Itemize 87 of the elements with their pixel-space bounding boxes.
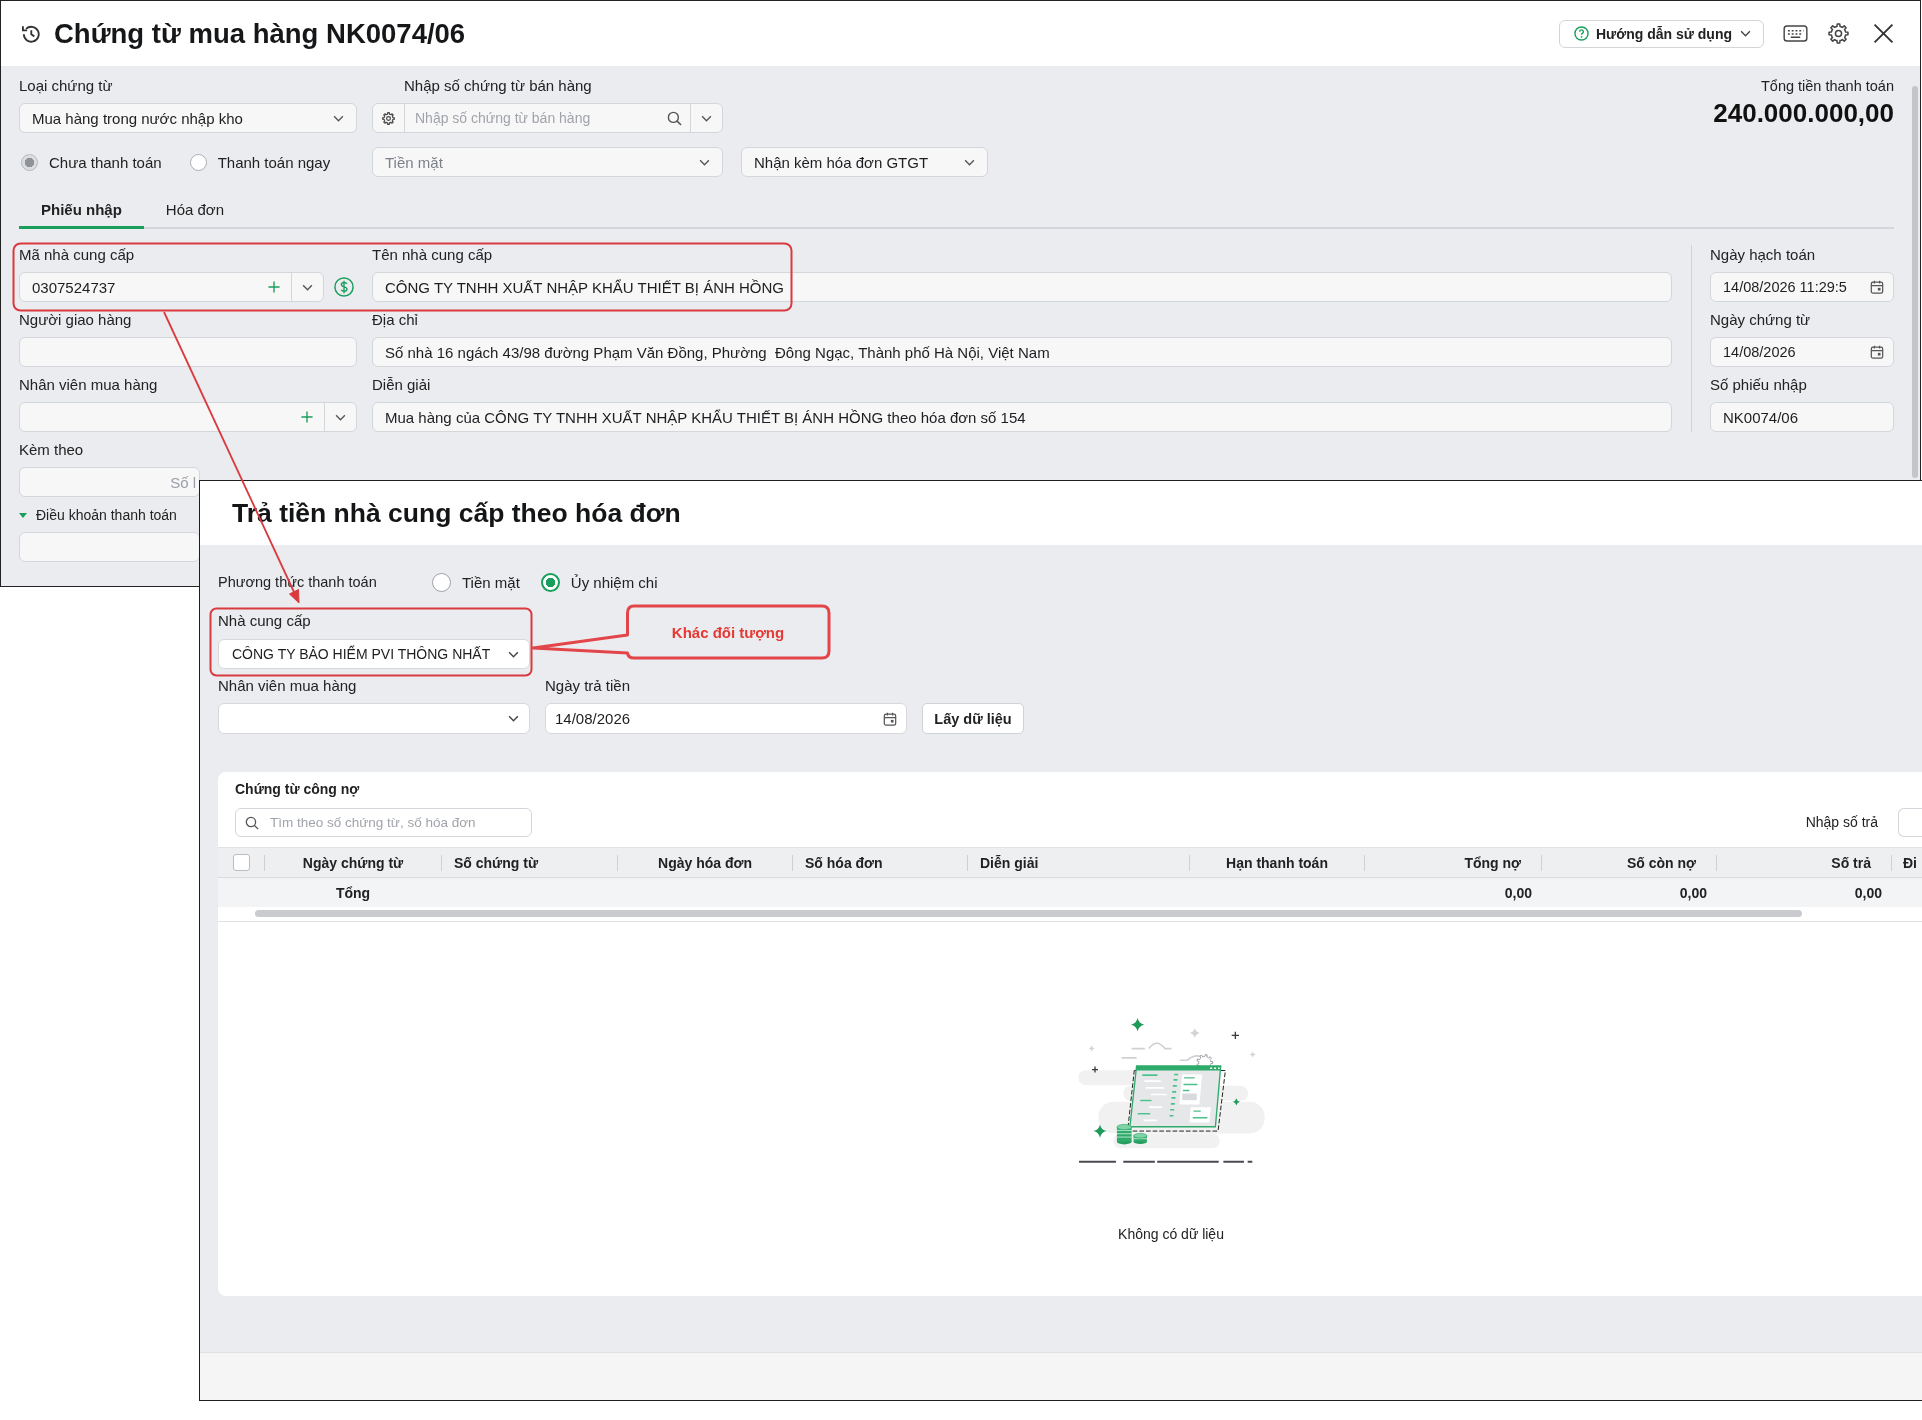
supplier-name-field[interactable]: CÔNG TY TNHH XUẤT NHẬP KHẨU THIẾT BỊ ÁNH HỒNG: [372, 272, 1672, 302]
field-label: Địa chỉ: [372, 310, 418, 330]
caret-icon: [964, 158, 975, 166]
help-button[interactable]: Hướng dẫn sử dụng: [1559, 19, 1764, 48]
total-cell: 0,00: [1504, 884, 1532, 901]
search-icon: [245, 815, 259, 830]
keyboard-icon[interactable]: [1783, 25, 1808, 42]
field-label: Mã nhà cung cấp: [19, 245, 135, 265]
section-title: Chứng từ công nợ: [235, 780, 360, 799]
caret-icon[interactable]: [302, 283, 313, 291]
total-cell: 0,00: [1854, 884, 1882, 901]
field-label: Nhân viên mua hàng: [19, 375, 158, 395]
total-label: Tổng: [335, 884, 371, 901]
field-label: Nhà cung cấp: [218, 611, 311, 631]
payment-method-option[interactable]: Ủy nhiệm chi: [540, 572, 658, 592]
column-header: Diễn giải: [979, 854, 1040, 871]
plus-icon[interactable]: [268, 281, 280, 293]
description-field[interactable]: Mua hàng của CÔNG TY TNHH XUẤT NHẬP KHẨU THIẾT BỊ ÁNH HỒNG theo hóa đơn số 154: [372, 402, 1672, 432]
calendar-icon[interactable]: [883, 711, 897, 726]
total-cell: 0,00: [1679, 884, 1707, 901]
dollar-icon[interactable]: [334, 277, 354, 297]
column-header: Ngày chứng từ: [301, 854, 405, 871]
caret-icon: [699, 158, 710, 166]
window-title: Chứng từ mua hàng NK0074/06: [54, 17, 466, 50]
plus-icon[interactable]: [301, 411, 313, 423]
pay-amount-field[interactable]: [1898, 808, 1922, 837]
empty-state-text: Không có dữ liệu: [1118, 1225, 1224, 1244]
receipt-number-field[interactable]: NK0074/06: [1710, 402, 1894, 432]
payment-method-option[interactable]: Tiền mặt: [432, 572, 520, 592]
caret-icon: [508, 650, 519, 658]
scrollbar-thumb[interactable]: [255, 910, 1802, 917]
help-icon: [1574, 26, 1589, 41]
quantity-field[interactable]: Số l: [19, 467, 200, 497]
settings-icon[interactable]: [382, 111, 395, 125]
voucher-type-dropdown[interactable]: Mua hàng trong nước nhập kho: [19, 103, 357, 133]
field-label: Nhập số trả: [1805, 813, 1878, 832]
column-header: Ngày hóa đơn: [657, 854, 753, 871]
field-label: Ngày hạch toán: [1710, 245, 1816, 265]
settings-icon[interactable]: [1828, 23, 1849, 44]
column-header: Số hóa đơn: [804, 854, 884, 871]
payment-status-option[interactable]: Chưa thanh toán: [21, 153, 162, 171]
invoice-option-dropdown[interactable]: Nhận kèm hóa đơn GTGT: [741, 147, 988, 177]
address-field[interactable]: Số nhà 16 ngách 43/98 đường Phạm Văn Đồng, Phường Đông Ngạc, Thành phố Hà Nội, Việt Nam: [372, 337, 1672, 367]
caret-icon[interactable]: [701, 114, 712, 122]
supplier-dropdown[interactable]: CÔNG TY BẢO HIỂM PVI THÔNG NHẤT: [218, 639, 530, 669]
field-label: Ngày trả tiền: [545, 676, 631, 696]
field-label: Nhân viên mua hàng: [218, 676, 357, 696]
field-label: Loại chứng từ: [19, 76, 113, 96]
caret-icon: [1740, 30, 1751, 37]
caret-icon[interactable]: [335, 413, 346, 421]
field-label: Số phiếu nhập: [1710, 375, 1807, 395]
field-label: Kèm theo: [19, 440, 84, 460]
payment-terms-field[interactable]: [19, 532, 200, 562]
column-header: Số trả: [1830, 854, 1872, 871]
calendar-icon[interactable]: [1870, 280, 1884, 294]
checkbox[interactable]: [232, 854, 250, 871]
voucher-date-field[interactable]: 14/08/2026: [1710, 337, 1894, 367]
search-icon[interactable]: [667, 110, 682, 126]
purchaser-field[interactable]: [19, 402, 357, 432]
caret-icon: [333, 114, 344, 122]
column-header: Hạn thanh toán: [1225, 854, 1329, 871]
payment-date-field[interactable]: 14/08/2026: [545, 703, 907, 734]
tab[interactable]: Phiếu nhập: [19, 189, 144, 229]
column-header: Tổng nợ: [1463, 854, 1522, 871]
fetch-data-button[interactable]: Lấy dữ liệu: [922, 703, 1024, 734]
field-label: Ngày chứng từ: [1710, 310, 1811, 330]
field-label: Diễn giải: [372, 375, 431, 395]
column-header: Số còn nợ: [1625, 854, 1697, 871]
payment-status-option[interactable]: Thanh toán ngay: [189, 153, 331, 171]
supplier-code-field[interactable]: 0307524737: [19, 272, 324, 302]
calendar-icon[interactable]: [1870, 345, 1884, 359]
column-header: Đi: [1902, 854, 1918, 871]
caret-icon: [508, 715, 519, 722]
history-icon[interactable]: [22, 24, 40, 43]
posting-date-field[interactable]: 14/08/2026 11:29:5: [1710, 272, 1894, 302]
scrollbar-thumb[interactable]: [1912, 86, 1918, 478]
total-label: Tổng tiền thanh toán: [1760, 77, 1894, 96]
close-icon[interactable]: [1873, 23, 1894, 44]
tab[interactable]: Hóa đơn: [143, 189, 247, 229]
column-header: Số chứng từ: [453, 854, 540, 871]
total-amount: 240.000.000,00: [1713, 98, 1894, 128]
payment-terms-toggle[interactable]: Điều khoản thanh toán: [19, 505, 177, 525]
callout-label: Khác đối tượng: [671, 623, 785, 641]
field-label: Người giao hàng: [19, 310, 132, 330]
field-label: Tên nhà cung cấp: [372, 245, 493, 265]
field-label: Nhập số chứng từ bán hàng: [403, 76, 592, 96]
deliverer-field[interactable]: [19, 337, 357, 367]
